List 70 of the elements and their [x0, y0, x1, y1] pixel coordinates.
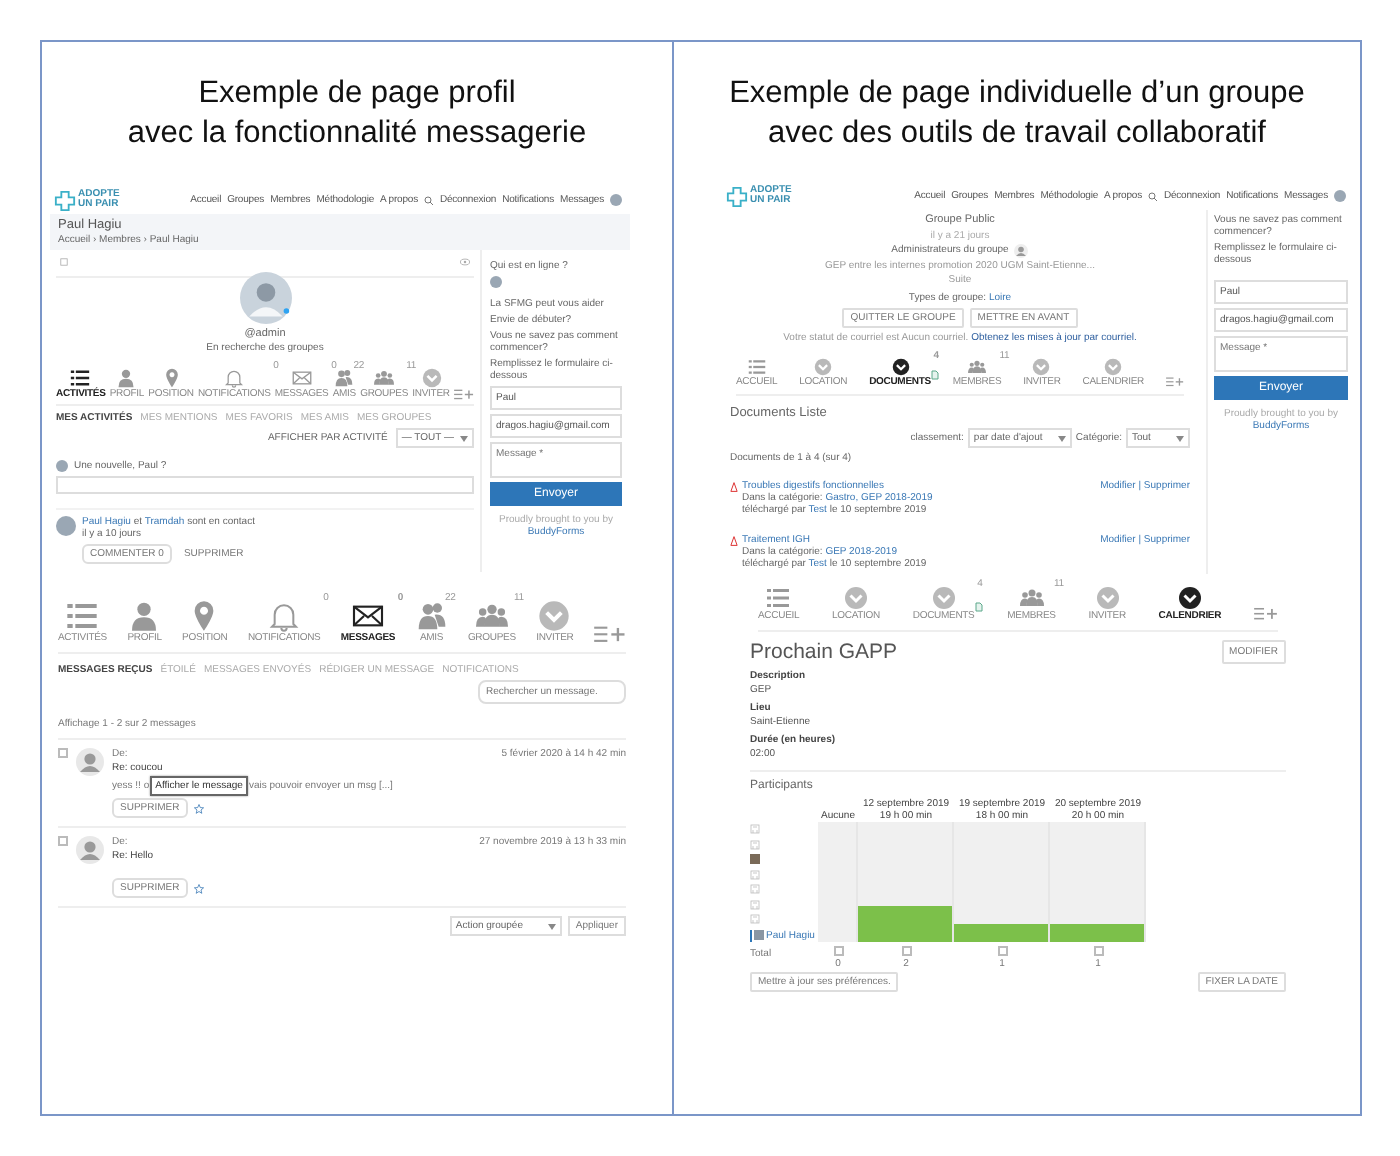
avatar — [750, 839, 760, 850]
checkbox[interactable] — [58, 836, 68, 847]
chevron-icon — [1104, 357, 1123, 376]
checkbox[interactable] — [58, 748, 68, 759]
bell-icon — [268, 600, 301, 633]
chevron-icon — [891, 357, 909, 376]
person-icon — [116, 368, 137, 389]
menu-plus-icon[interactable] — [1253, 606, 1278, 623]
avatar — [750, 824, 760, 835]
list-icon — [766, 586, 791, 611]
group-icon — [374, 368, 395, 389]
menu-plus-icon[interactable] — [1165, 375, 1184, 388]
search-icon[interactable] — [423, 195, 434, 205]
image-icon[interactable] — [60, 257, 68, 266]
avatar — [750, 914, 760, 925]
cross-icon — [54, 189, 76, 211]
avatar — [750, 899, 760, 910]
caret-icon — [1057, 435, 1066, 442]
chevron-icon — [1095, 586, 1120, 611]
star-icon[interactable] — [193, 803, 204, 814]
group-icon — [475, 600, 508, 633]
list-icon — [70, 368, 91, 389]
avatar[interactable] — [1334, 190, 1346, 202]
panel-title: Exemple de page profil avec la fonctionnalité messagerie — [125, 74, 589, 153]
chevron-icon — [421, 368, 442, 389]
checkbox[interactable] — [1093, 946, 1103, 957]
envelope-icon — [291, 368, 312, 389]
person-icon — [128, 600, 161, 633]
search-icon[interactable] — [1147, 191, 1158, 201]
event-title: Prochain GAPP — [750, 640, 898, 665]
cross-icon — [726, 185, 748, 207]
avatar[interactable] — [610, 194, 622, 206]
pdf-icon — [730, 482, 738, 493]
avatar — [750, 884, 760, 895]
chevron-icon — [844, 586, 868, 611]
chevron-icon — [814, 357, 833, 376]
list-icon — [66, 600, 99, 633]
checkbox[interactable] — [833, 946, 843, 957]
avatar — [750, 854, 760, 865]
avatar — [76, 748, 104, 777]
checkbox[interactable] — [997, 946, 1007, 957]
checkbox[interactable] — [901, 946, 911, 957]
caret-icon — [460, 435, 468, 442]
group-icon — [1019, 586, 1044, 611]
list-icon — [747, 357, 766, 376]
group-icon — [968, 357, 987, 376]
post-field[interactable] — [56, 476, 474, 495]
caret-icon — [547, 923, 556, 930]
chevron-icon — [1032, 357, 1051, 376]
bell-icon — [224, 368, 245, 389]
avatar — [56, 516, 76, 537]
eye-icon[interactable] — [460, 257, 470, 266]
avatar[interactable] — [490, 275, 502, 288]
avatar — [750, 869, 760, 880]
panel-title: Exemple de page individuelle d’un groupe avec des outils de travail collaboratif — [727, 74, 1307, 153]
chevron-icon — [931, 586, 956, 611]
menu-plus-icon[interactable] — [593, 623, 626, 645]
chevron-icon — [1177, 586, 1202, 611]
avatar — [754, 930, 764, 941]
avatar — [1014, 243, 1029, 258]
chevron-icon — [538, 600, 571, 633]
caret-icon — [1176, 435, 1184, 442]
menu-plus-icon[interactable] — [453, 387, 474, 401]
people-icon — [334, 368, 355, 389]
pdf-icon — [730, 536, 738, 547]
avatar — [76, 836, 104, 865]
avatar — [56, 460, 68, 473]
people-icon — [415, 600, 448, 633]
pin-icon — [161, 368, 181, 389]
star-icon[interactable] — [193, 883, 204, 894]
